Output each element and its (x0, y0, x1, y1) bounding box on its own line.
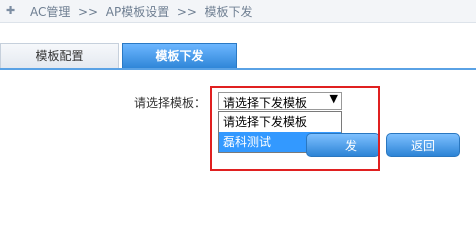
option-select-template[interactable]: 请选择下发模板 (219, 112, 341, 132)
ac-icon: ✚ (6, 4, 16, 17)
template-select-label: 请选择模板： (134, 96, 207, 110)
template-select[interactable]: 请选择下发模板 ▼ (218, 92, 342, 110)
chevron-down-icon: ▼ (329, 92, 338, 105)
back-button[interactable]: 返回 (386, 133, 460, 157)
deploy-button[interactable]: 发 (306, 133, 380, 157)
tab-template-config[interactable]: 模板配置 (0, 43, 119, 68)
tab-underline (0, 68, 476, 70)
template-select-value: 请选择下发模板 (223, 96, 308, 110)
tab-template-deploy[interactable]: 模板下发 (122, 43, 237, 68)
breadcrumb: AC管理 >> AP模板设置 >> 模板下发 (30, 5, 253, 19)
breadcrumb-bar: ✚ AC管理 >> AP模板设置 >> 模板下发 (0, 0, 476, 23)
